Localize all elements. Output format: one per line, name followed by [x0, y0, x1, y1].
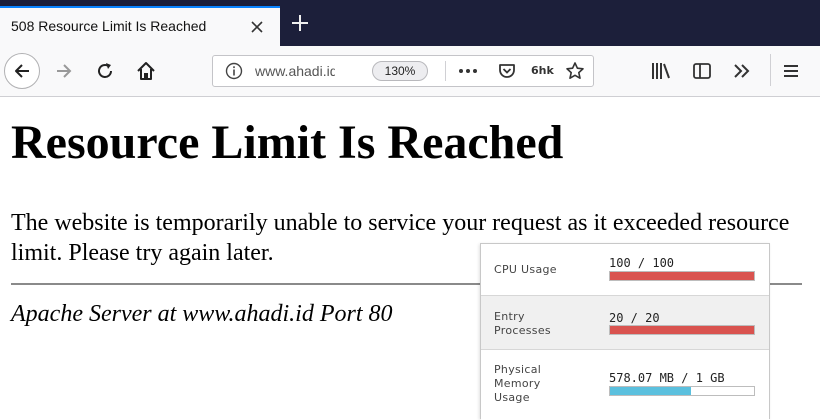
usage-value: 20 / 20 [609, 311, 660, 325]
library-icon[interactable] [650, 61, 672, 85]
usage-bar [609, 271, 755, 281]
info-icon[interactable] [225, 62, 243, 84]
navigation-toolbar: www.ahadi.id 130% 6hk [0, 46, 820, 97]
usage-label: Entry Processes [494, 310, 551, 337]
usage-label: CPU Usage [494, 263, 557, 276]
more-icon[interactable] [457, 62, 479, 84]
plus-icon[interactable] [290, 13, 310, 33]
overflow-icon[interactable] [732, 61, 752, 85]
server-signature: Apache Server at www.ahadi.id Port 80 [11, 301, 393, 327]
usage-value: 100 / 100 [609, 256, 675, 270]
back-arrow-icon [15, 64, 29, 78]
usage-value: 578.07 MB / 1 GB [609, 371, 725, 385]
tab-strip: 508 Resource Limit Is Reached [0, 0, 820, 46]
forward-arrow-icon[interactable] [54, 61, 74, 85]
star-icon[interactable] [565, 61, 585, 85]
extension-badge[interactable]: 6hk [531, 64, 554, 77]
back-button[interactable] [4, 53, 40, 89]
url-separator [445, 61, 446, 81]
usage-row-physical-memory: Physical Memory Usage 578.07 MB / 1 GB [481, 350, 769, 420]
usage-label: Physical Memory Usage [494, 363, 542, 404]
usage-bar-fill [610, 387, 692, 395]
resource-usage-panel: CPU Usage 100 / 100 Entry Processes 20 /… [480, 243, 770, 420]
url-text[interactable]: www.ahadi.id [255, 63, 335, 79]
usage-row-entry-processes: Entry Processes 20 / 20 [481, 296, 769, 350]
sidebar-icon[interactable] [692, 61, 712, 85]
reload-icon[interactable] [95, 61, 115, 85]
home-icon[interactable] [135, 60, 157, 86]
usage-bar [609, 325, 755, 335]
zoom-indicator[interactable]: 130% [372, 61, 428, 81]
tab-title: 508 Resource Limit Is Reached [11, 18, 207, 34]
pocket-icon[interactable] [497, 61, 517, 85]
close-icon[interactable] [248, 18, 266, 36]
usage-bar [609, 386, 755, 396]
page-title: Resource Limit Is Reached [11, 116, 564, 169]
toolbar-divider [770, 54, 771, 86]
url-bar[interactable]: www.ahadi.id 130% 6hk [212, 55, 594, 87]
menu-icon[interactable] [781, 61, 801, 85]
usage-bar-fill [610, 326, 754, 334]
tab-active[interactable]: 508 Resource Limit Is Reached [0, 6, 280, 46]
usage-row-cpu: CPU Usage 100 / 100 [481, 244, 769, 296]
usage-bar-fill [610, 272, 754, 280]
